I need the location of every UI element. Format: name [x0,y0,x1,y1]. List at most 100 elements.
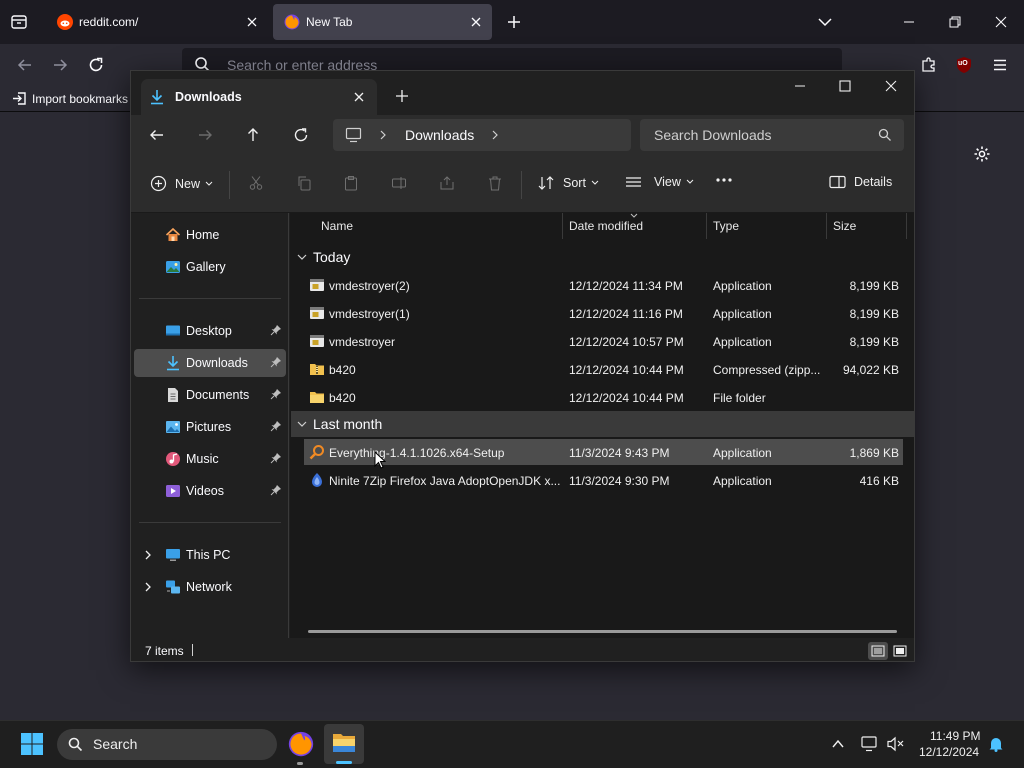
nav-item-desktop[interactable]: Desktop [134,317,286,345]
chevron-right-icon[interactable] [143,582,153,592]
sort-button[interactable]: Sort [538,175,599,191]
videos-icon [166,485,180,497]
taskbar-clock-date[interactable]: 12/12/2024 [919,745,979,759]
file-row[interactable]: Everything-1.4.1.1026.x64-Setup 11/3/202… [304,439,903,465]
taskbar-firefox[interactable] [288,731,314,757]
tab-list-button[interactable] [10,13,28,31]
explorer-refresh-button[interactable] [293,127,309,143]
nav-item-videos[interactable]: Videos [134,477,286,505]
browser-restore-button[interactable] [948,15,962,29]
taskbar-file-explorer[interactable] [324,724,364,764]
reload-button[interactable] [87,56,105,74]
details-pane-button[interactable]: Details [829,175,892,189]
group-label: Last month [313,416,383,432]
pin-icon[interactable] [270,356,282,368]
explorer-up-button[interactable] [245,127,261,143]
notifications-button[interactable] [988,736,1004,752]
nav-item-gallery[interactable]: Gallery [134,253,286,281]
explorer-search-box[interactable]: Search Downloads [640,119,904,151]
file-row[interactable]: Ninite 7Zip Firefox Java AdoptOpenJDK x.… [304,467,903,493]
file-row[interactable]: vmdestroyer(2) 12/12/2024 11:34 PM Appli… [304,272,903,298]
nav-item-network[interactable]: Network [134,573,286,601]
column-divider[interactable] [706,213,707,239]
show-hidden-icons-button[interactable] [831,737,845,751]
close-icon [995,16,1007,28]
close-icon[interactable] [244,14,260,30]
explorer-minimize-button[interactable] [793,79,807,93]
column-divider[interactable] [906,213,907,239]
close-icon[interactable] [353,91,365,103]
column-divider[interactable] [826,213,827,239]
taskbar-search-box[interactable]: Search [57,729,277,760]
column-divider[interactable] [562,213,563,239]
nav-item-music[interactable]: Music [134,445,286,473]
file-row[interactable]: b420 12/12/2024 10:44 PM File folder [304,384,903,410]
horizontal-scrollbar[interactable] [308,630,897,633]
new-button[interactable]: New [150,175,213,192]
file-row[interactable]: b420 12/12/2024 10:44 PM Compressed (zip… [304,356,903,382]
file-row[interactable]: vmdestroyer 12/12/2024 10:57 PM Applicat… [304,328,903,354]
browser-tab-reddit[interactable]: reddit.com/ [46,4,268,40]
explorer-forward-button[interactable] [197,127,213,143]
browser-tab-new-tab[interactable]: New Tab [273,4,492,40]
pin-icon[interactable] [270,324,282,336]
explorer-new-tab-button[interactable] [395,89,409,103]
browser-minimize-button[interactable] [902,15,916,29]
copy-button[interactable] [296,175,312,191]
explorer-close-button[interactable] [884,79,898,93]
sort-icon [538,176,554,190]
ublock-origin-button[interactable]: uO [955,56,973,74]
list-all-tabs-button[interactable] [817,14,833,30]
import-bookmarks-link[interactable]: Import bookmarks [12,91,128,106]
pin-icon[interactable] [270,420,282,432]
app-icon [310,279,324,291]
file-type: Application [713,446,772,460]
group-header-last-month[interactable]: Last month [291,411,914,437]
column-header-name[interactable]: Name [321,219,353,233]
new-tab-button[interactable] [506,14,522,30]
new-tab-settings-button[interactable] [973,145,991,163]
delete-button[interactable] [487,175,503,191]
nav-item-downloads[interactable]: Downloads [134,349,286,377]
extensions-button[interactable] [920,56,938,74]
nav-item-this-pc[interactable]: This PC [134,541,286,569]
large-icons-view-toggle[interactable] [891,642,909,660]
back-button[interactable] [16,56,34,74]
nav-item-pictures[interactable]: Pictures [134,413,286,441]
network-status-button[interactable] [861,736,879,752]
start-button[interactable] [20,732,44,756]
app-menu-button[interactable] [991,56,1009,74]
pin-icon[interactable] [270,452,282,464]
nav-item-documents[interactable]: Documents [134,381,286,409]
chevron-right-icon[interactable] [143,550,153,560]
close-icon[interactable] [468,14,484,30]
rename-button[interactable] [391,175,407,191]
column-header-type[interactable]: Type [713,219,739,233]
pin-icon[interactable] [270,484,282,496]
explorer-tab-downloads[interactable]: Downloads [141,79,377,115]
bell-icon [989,738,1003,752]
nav-item-home[interactable]: Home [134,221,286,249]
column-header-date-modified[interactable]: Date modified [569,219,643,233]
group-header-today[interactable]: Today [291,244,914,270]
navigation-pane: Home Gallery Desktop Downloads Documents… [131,213,289,638]
pin-icon[interactable] [270,388,282,400]
volume-button[interactable] [887,736,905,752]
column-header-size[interactable]: Size [833,219,856,233]
cut-button[interactable] [248,175,264,191]
taskbar-clock-time[interactable]: 11:49 PM [930,729,980,743]
forward-button[interactable] [51,56,69,74]
breadcrumb-downloads[interactable]: Downloads [405,127,474,143]
chevron-right-icon[interactable] [491,130,499,140]
explorer-maximize-button[interactable] [838,79,852,93]
explorer-address-bar[interactable]: Downloads [333,119,631,151]
browser-close-button[interactable] [994,15,1008,29]
details-view-toggle[interactable] [868,642,888,660]
share-button[interactable] [439,175,455,191]
view-button[interactable]: View [625,175,694,189]
chevron-down-icon [686,179,694,184]
file-row[interactable]: vmdestroyer(1) 12/12/2024 11:16 PM Appli… [304,300,903,326]
see-more-button[interactable] [715,177,733,183]
paste-button[interactable] [343,175,359,191]
explorer-back-button[interactable] [149,127,165,143]
